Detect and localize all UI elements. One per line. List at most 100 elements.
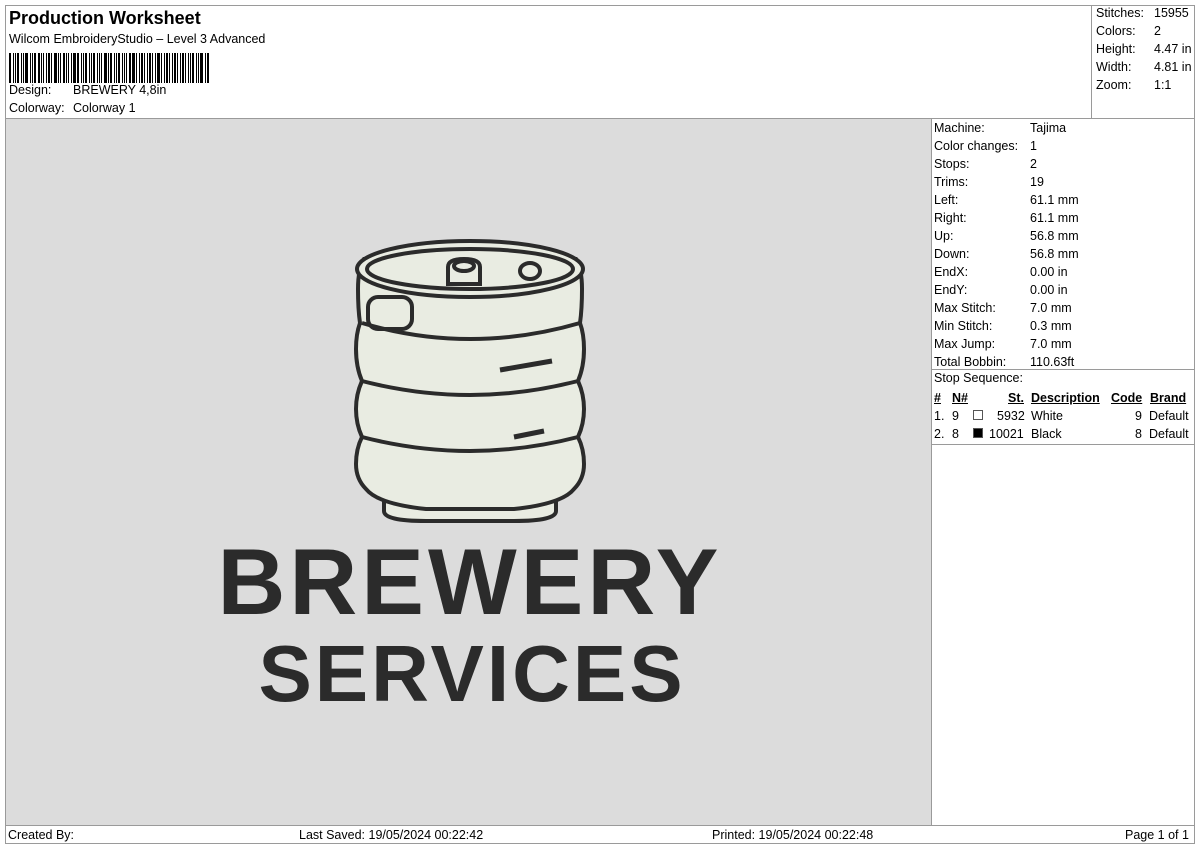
barcode-bar — [101, 53, 102, 83]
seq-description: White — [1031, 409, 1063, 423]
barcode-bar — [188, 53, 189, 83]
created-by: Created By: — [8, 828, 75, 842]
barcode-bar — [139, 53, 140, 83]
barcode-bar — [73, 53, 76, 83]
barcode-bar — [81, 53, 82, 83]
barcode-bar — [104, 53, 107, 83]
barcode-bar — [172, 53, 173, 83]
machine-info-row: Machine: Tajima — [934, 119, 1066, 137]
barcode-bar — [63, 53, 65, 83]
info-label: Color changes: — [934, 139, 1019, 153]
barcode-bar — [54, 53, 57, 83]
barcode-bar — [141, 53, 143, 83]
barcode-bar — [147, 53, 148, 83]
stat-label: Width: — [1096, 60, 1132, 74]
barcode-bar — [13, 53, 14, 83]
design-text-line2: SERVICES — [258, 629, 685, 718]
barcode-bar — [32, 53, 33, 83]
barcode-bar — [174, 53, 176, 83]
seq-needle: 8 — [952, 427, 959, 441]
barcode-bar — [136, 53, 137, 83]
info-value: 56.8 mm — [1030, 229, 1079, 243]
info-label: EndY: — [934, 283, 968, 297]
barcode-bar — [17, 53, 19, 83]
info-label: Left: — [934, 193, 959, 207]
stats-panel: Stitches: 15955 Colors: 2 Height: 4.47 in W… — [1091, 5, 1195, 118]
col-st: St. — [1008, 391, 1024, 405]
barcode-bar — [196, 53, 197, 83]
info-label: Max Stitch: — [934, 301, 996, 315]
info-label: Right: — [934, 211, 967, 225]
barcode — [9, 53, 223, 83]
stat-value: 15955 — [1154, 6, 1189, 20]
barcode-bar — [30, 53, 31, 83]
barcode-bar — [25, 53, 28, 83]
info-value: 7.0 mm — [1030, 301, 1072, 315]
barcode-bar — [34, 53, 36, 83]
design-row: Design: BREWERY 4,8in — [9, 83, 166, 97]
barcode-bar — [41, 53, 42, 83]
info-value: 2 — [1030, 157, 1037, 171]
stat-value: 4.47 in — [1154, 42, 1192, 56]
machine-info-row: Up: 56.8 mm — [934, 227, 1079, 245]
colorway-label: Colorway: — [9, 101, 65, 115]
seq-bottom-divider — [932, 444, 1195, 445]
barcode-bar — [129, 53, 131, 83]
seq-header-row: # N# St. Description Code Brand — [932, 389, 1195, 407]
info-value: 7.0 mm — [1030, 337, 1072, 351]
col-description: Description — [1031, 391, 1100, 405]
barcode-bar — [157, 53, 160, 83]
info-value: 1 — [1030, 139, 1037, 153]
machine-info-row: Left: 61.1 mm — [934, 191, 1079, 209]
col-code: Code — [1111, 391, 1143, 405]
barcode-bar — [177, 53, 178, 83]
barcode-bar — [21, 53, 22, 83]
stat-zoom: Zoom: 1:1 — [1096, 78, 1171, 92]
colorway-row: Colorway: Colorway 1 — [9, 101, 136, 115]
barcode-bar — [77, 53, 79, 83]
seq-row[interactable]: 1. 9 5932 White 9 Default — [932, 407, 1195, 425]
design-label: Design: — [9, 83, 52, 97]
barcode-bar — [51, 53, 52, 83]
color-swatch — [973, 410, 983, 420]
seq-brand: Default — [1149, 427, 1189, 441]
info-value: 110.63ft — [1030, 355, 1075, 369]
seq-row[interactable]: 2. 8 10021 Black 8 Default — [932, 425, 1195, 443]
barcode-bar — [166, 53, 168, 83]
machine-info-row: Right: 61.1 mm — [934, 209, 1079, 227]
info-label: Min Stitch: — [934, 319, 993, 333]
machine-info-row: EndY: 0.00 in — [934, 281, 1068, 299]
page-title: Production Worksheet — [9, 8, 201, 28]
worksheet-footer: Created By: Last Saved: 19/05/2024 00:22… — [6, 826, 1195, 844]
barcode-bar — [149, 53, 151, 83]
barcode-bar — [126, 53, 127, 83]
design-preview[interactable]: BREWERY SERVICES — [6, 119, 931, 825]
info-value: 0.00 in — [1030, 283, 1068, 297]
barcode-bar — [85, 53, 87, 83]
stat-width: Width: 4.81 in — [1096, 60, 1192, 74]
seq-brand: Default — [1149, 409, 1189, 423]
barcode-bar — [71, 53, 72, 83]
barcode-bar — [99, 53, 100, 83]
barcode-bar — [185, 53, 186, 83]
info-value: 19 — [1030, 175, 1044, 189]
color-swatch — [973, 428, 983, 438]
barcode-bar — [9, 53, 11, 83]
barcode-bar — [207, 53, 209, 83]
machine-info-row: Max Stitch: 7.0 mm — [934, 299, 1072, 317]
machine-info-row: EndX: 0.00 in — [934, 263, 1068, 281]
barcode-bar — [164, 53, 165, 83]
barcode-bar — [169, 53, 170, 83]
barcode-bar — [58, 53, 59, 83]
barcode-bar — [89, 53, 90, 83]
barcode-bar — [91, 53, 92, 83]
info-label: EndX: — [934, 265, 969, 279]
barcode-bar — [97, 53, 98, 83]
barcode-bar — [190, 53, 191, 83]
design-text-line1: BREWERY — [218, 529, 723, 634]
info-label: Machine: — [934, 121, 985, 135]
barcode-bar — [60, 53, 61, 83]
stat-label: Height: — [1096, 42, 1136, 56]
printed-date: Printed: 19/05/2024 00:22:48 — [712, 828, 874, 842]
barcode-bar — [182, 53, 184, 83]
